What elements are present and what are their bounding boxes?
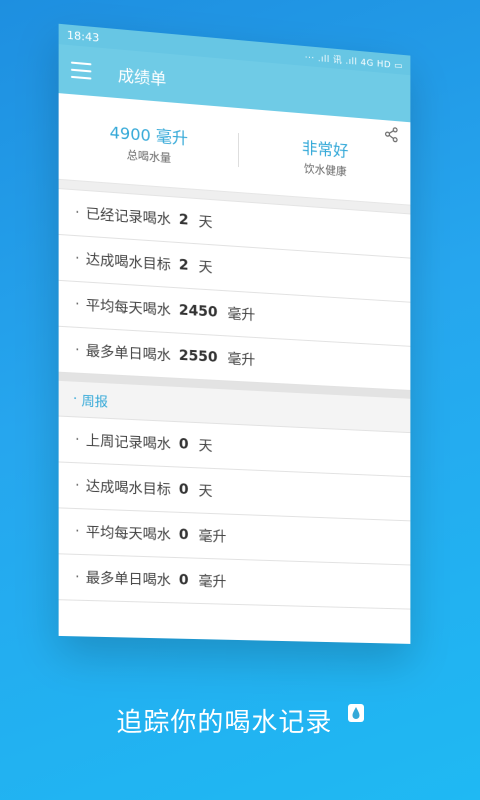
bullet: · bbox=[75, 341, 80, 359]
weekly-value: 0 bbox=[178, 436, 189, 453]
bullet: · bbox=[75, 431, 80, 449]
bullet: · bbox=[75, 523, 80, 540]
weekly-unit: 毫升 bbox=[198, 573, 227, 591]
bullet: · bbox=[75, 250, 80, 267]
bullet: · bbox=[72, 391, 82, 407]
bullet: · bbox=[75, 477, 80, 494]
stat-unit: 毫升 bbox=[227, 351, 256, 369]
water-drop-icon bbox=[347, 704, 364, 722]
weekly-label: 达成喝水目标 bbox=[85, 478, 171, 499]
total-water-block: 4900 毫升 总喝水量 bbox=[59, 115, 238, 171]
stat-label: 已经记录喝水 bbox=[85, 206, 171, 229]
bullet: · bbox=[75, 204, 80, 222]
weekly-value: 0 bbox=[178, 481, 189, 499]
stat-value: 2 bbox=[178, 257, 189, 274]
bullet: · bbox=[75, 569, 80, 586]
weekly-value: 0 bbox=[178, 526, 189, 544]
bullet: · bbox=[75, 296, 80, 313]
weekly-unit: 天 bbox=[198, 483, 213, 501]
stat-value: 2 bbox=[178, 211, 189, 229]
menu-icon[interactable] bbox=[70, 61, 92, 80]
weekly-value: 0 bbox=[178, 572, 189, 589]
status-time: 18:43 bbox=[66, 28, 100, 45]
stat-label: 最多单日喝水 bbox=[85, 343, 171, 365]
share-icon[interactable] bbox=[384, 126, 399, 143]
promo-caption: 追踪你的喝水记录 bbox=[0, 702, 480, 739]
weekly-label: 最多单日喝水 bbox=[85, 570, 171, 590]
stat-label: 达成喝水目标 bbox=[85, 252, 171, 274]
stat-value: 2550 bbox=[178, 347, 218, 366]
caption-text: 追踪你的喝水记录 bbox=[116, 708, 333, 738]
page-title: 成绩单 bbox=[117, 65, 167, 89]
stats-list: · 已经记录喝水 2 天 · 达成喝水目标 2 天 · 平均每天喝水 2450 … bbox=[58, 189, 411, 391]
stat-unit: 天 bbox=[198, 214, 213, 232]
weekly-label: 平均每天喝水 bbox=[85, 524, 171, 544]
phone-screen: 18:43 ··· .ıll 讯 .ıll 4G HD ▭ 成绩单 4900 毫… bbox=[58, 23, 411, 644]
stat-value: 2450 bbox=[178, 302, 218, 321]
weekly-list: · 上周记录喝水 0 天 · 达成喝水目标 0 天 · 平均每天喝水 0 毫升 … bbox=[58, 416, 411, 610]
weekly-label: 上周记录喝水 bbox=[85, 433, 171, 454]
stat-label: 平均每天喝水 bbox=[85, 297, 171, 320]
weekly-unit: 毫升 bbox=[198, 528, 227, 546]
weekly-title: 周报 bbox=[81, 393, 108, 411]
weekly-unit: 天 bbox=[198, 438, 213, 455]
stat-unit: 天 bbox=[198, 259, 213, 277]
stat-unit: 毫升 bbox=[227, 306, 256, 325]
